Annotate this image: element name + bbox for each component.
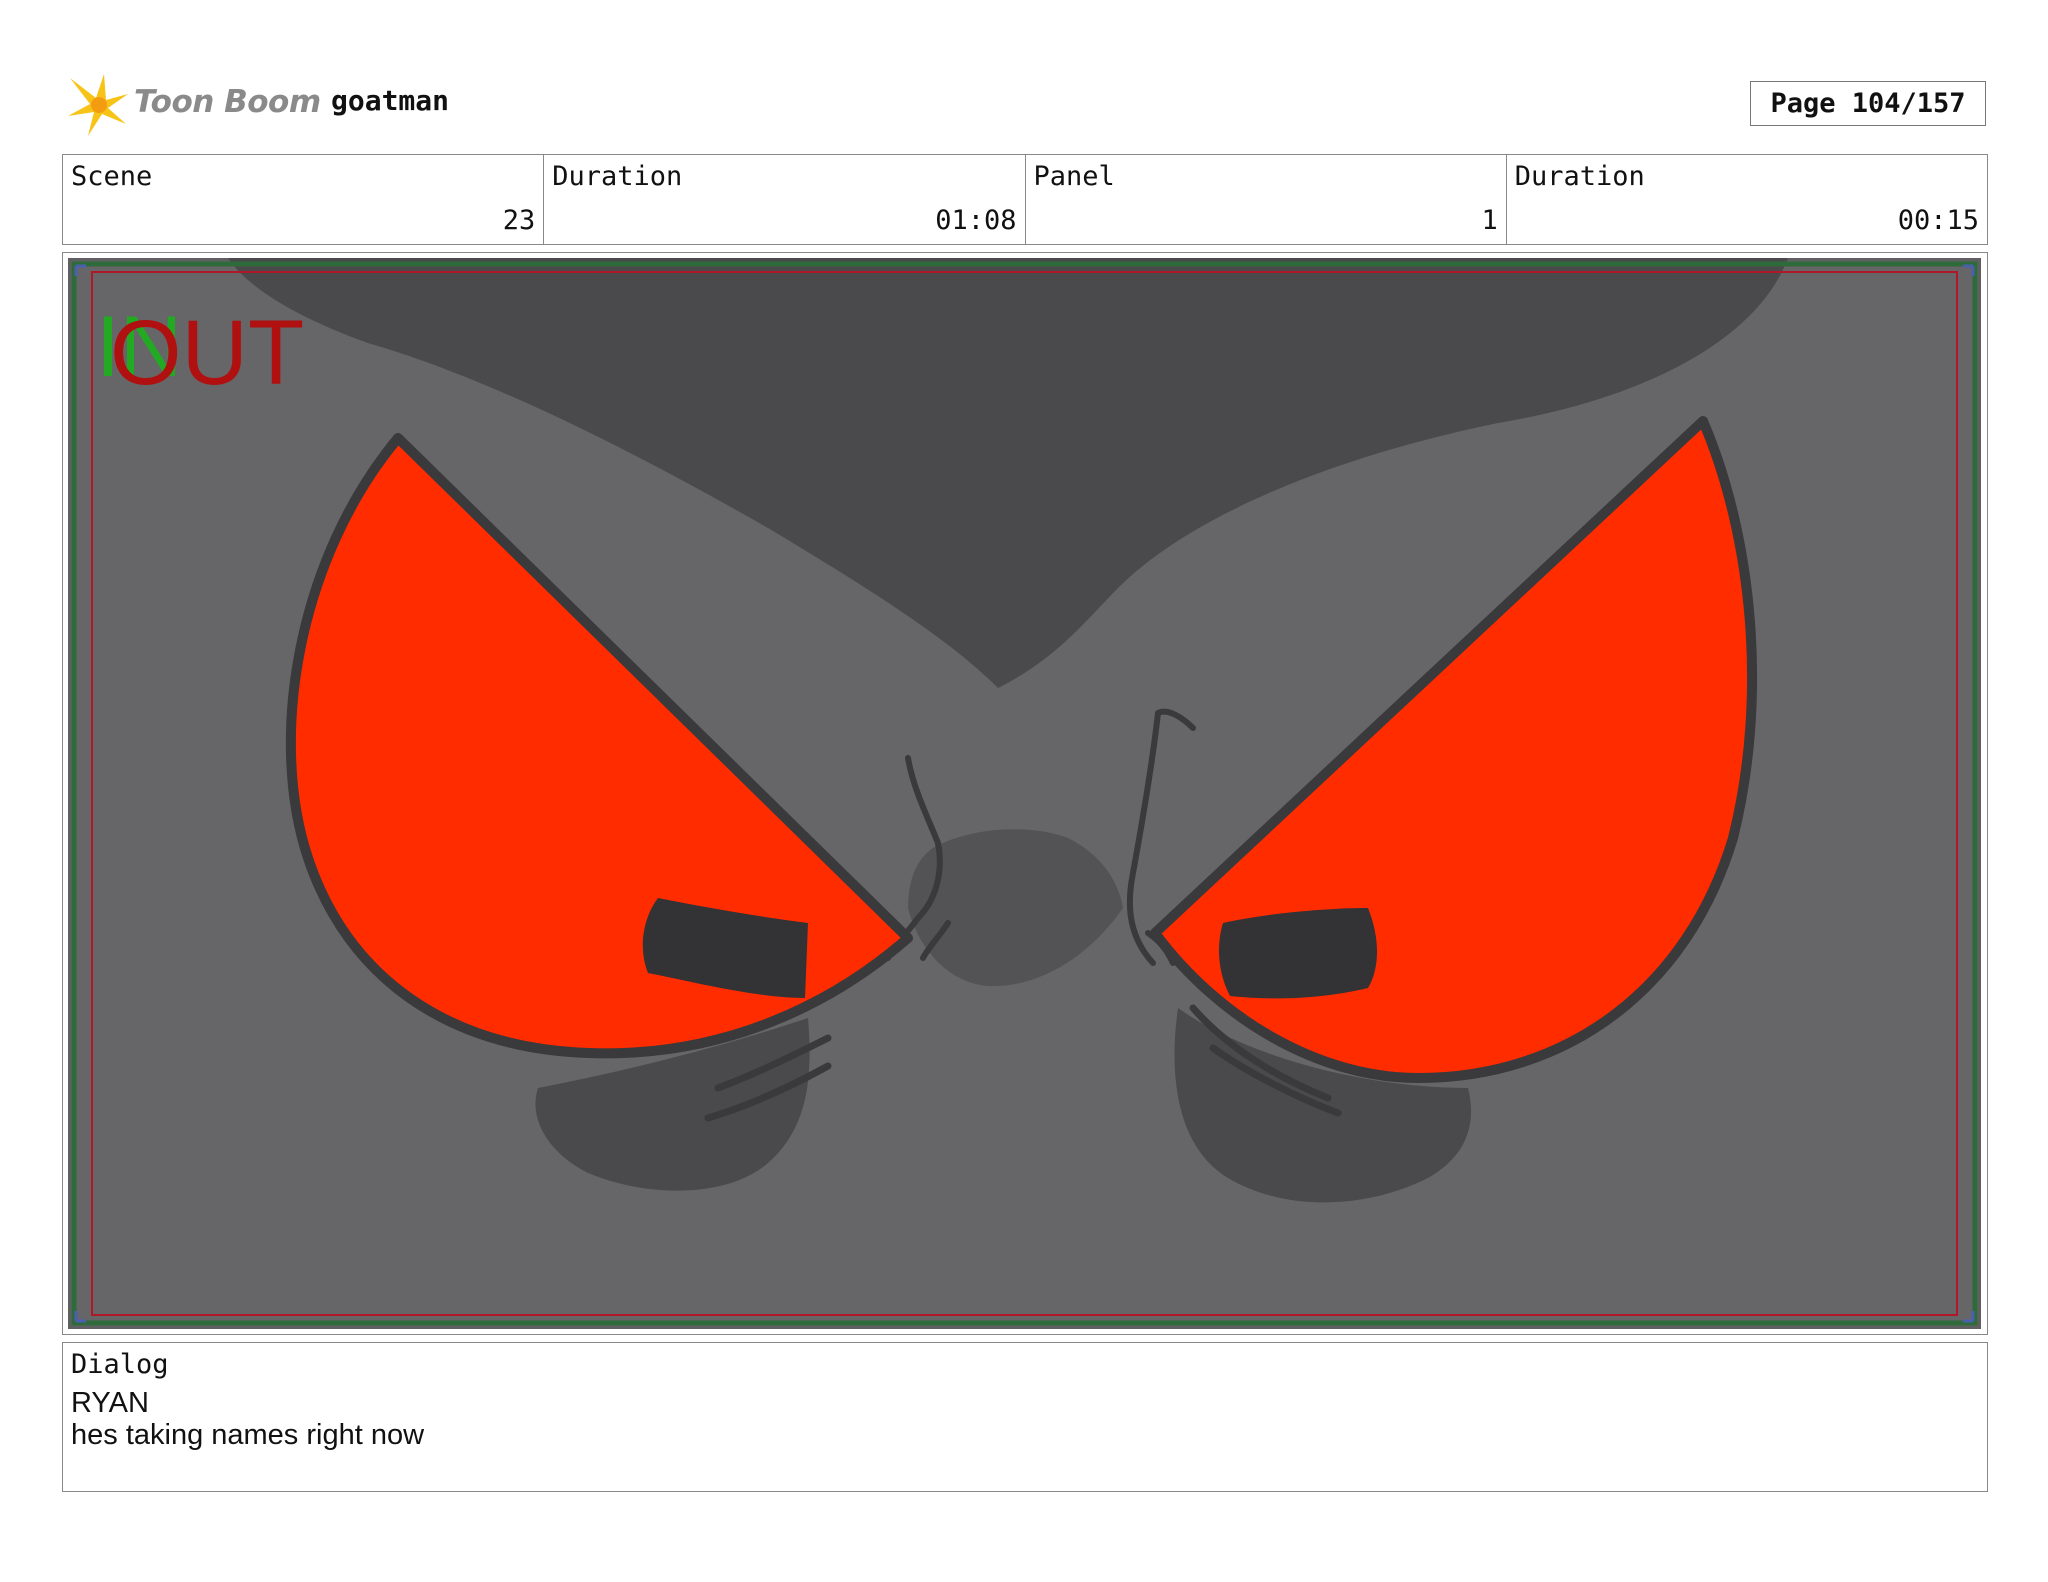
panel-duration-cell: Duration 00:15 (1507, 155, 1987, 244)
dialog-line: hes taking names right now (71, 1419, 425, 1451)
panel-duration-label: Duration (1514, 161, 1645, 192)
right-pupil (1218, 908, 1377, 999)
scene-cell: Scene 23 (63, 155, 545, 244)
dialog-label: Dialog (71, 1349, 169, 1380)
scene-duration-cell: Duration 01:08 (544, 155, 1026, 244)
scene-value: 23 (502, 205, 536, 236)
scene-duration-value: 01:08 (935, 205, 1017, 236)
out-marker: OUT (110, 302, 304, 404)
panel-artwork: IN OUT (68, 258, 1981, 1329)
project-name: goatman (331, 84, 450, 117)
starburst-logo-icon (68, 74, 128, 136)
page-indicator: Page 104/157 (1750, 81, 1986, 126)
scene-label: Scene (71, 161, 153, 192)
panel-label: Panel (1033, 161, 1115, 192)
storyboard-panel-frame: IN OUT (62, 252, 1988, 1335)
panel-value: 1 (1481, 205, 1498, 236)
toon-boom-logo: Toon Boom (66, 72, 321, 138)
logo-wordmark: Toon Boom (134, 84, 321, 120)
scene-duration-label: Duration (552, 161, 683, 192)
dialog-character: RYAN (71, 1387, 149, 1419)
dialog-box: Dialog RYAN hes taking names right now (62, 1342, 1988, 1492)
panel-cell: Panel 1 (1026, 155, 1507, 244)
panel-info-table: Scene 23 Duration 01:08 Panel 1 Duration… (62, 154, 1988, 245)
panel-duration-value: 00:15 (1897, 205, 1979, 236)
